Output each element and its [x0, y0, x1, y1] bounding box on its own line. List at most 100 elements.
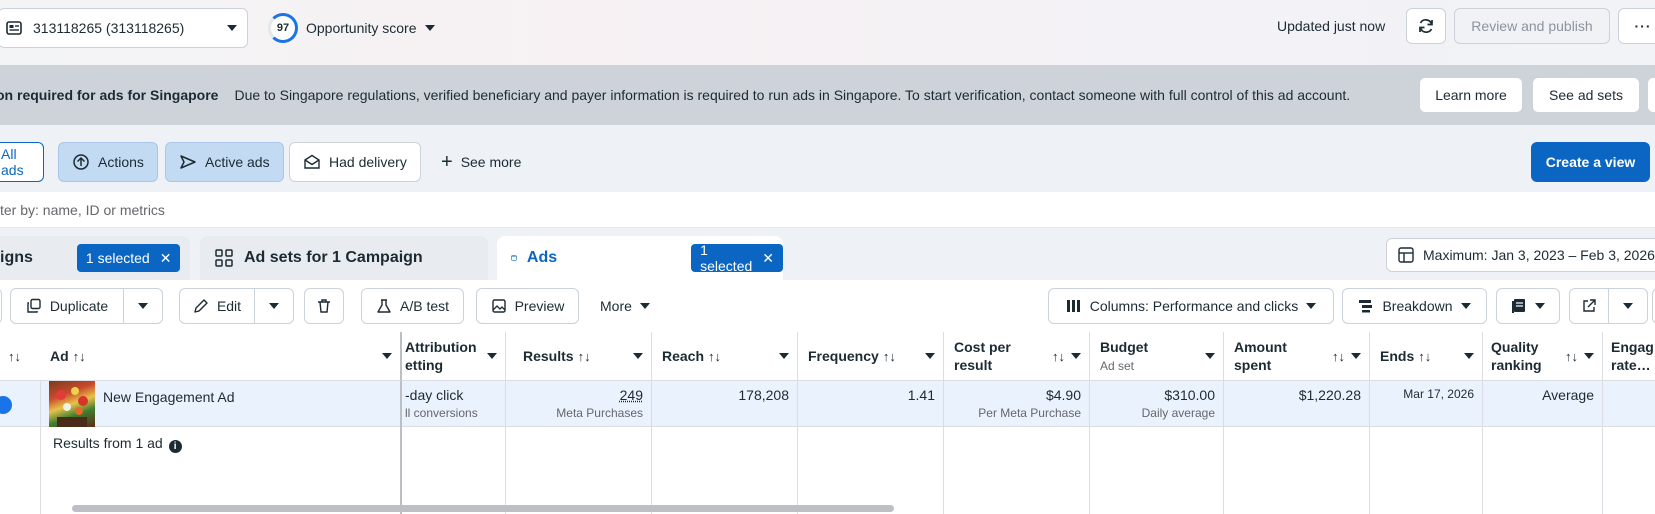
columns-dropdown[interactable]: Columns: Performance and clicks [1048, 288, 1334, 324]
singapore-verification-banner: on required for ads for Singapore Due to… [0, 65, 1655, 125]
column-header-ends[interactable]: Ends ↑↓ [1370, 332, 1483, 381]
column-header-reach[interactable]: Reach ↑↓ [652, 332, 798, 381]
duplicate-label: Duplicate [49, 298, 109, 314]
level-tabs: igns 1 selected ✕ Ad sets for 1 Campaign… [0, 228, 1655, 280]
ad-name-link[interactable]: New Engagement Ad [103, 389, 235, 405]
toggle-on-icon[interactable] [0, 396, 12, 414]
all-ads-chip[interactable]: All ads [0, 142, 44, 182]
tab-ads[interactable]: Ads 1 selected ✕ [497, 236, 783, 280]
actions-chip[interactable]: Actions [58, 142, 158, 182]
column-header-amount-spent[interactable]: Amount spent ↑↓ [1224, 332, 1370, 381]
budget-header-sub: Ad set [1100, 358, 1135, 373]
summary-cell [944, 427, 1090, 514]
reach-header-label: Reach [662, 348, 705, 364]
ab-test-button[interactable]: A/B test [361, 288, 464, 324]
see-more-chip[interactable]: + See more [428, 142, 534, 182]
column-header-results[interactable]: Results ↑↓ [506, 332, 652, 381]
more-options-button[interactable]: ··· [1618, 8, 1655, 44]
column-header-cost-per-result[interactable]: Cost per result ↑↓ [944, 332, 1090, 381]
pencil-icon [194, 299, 208, 313]
refresh-button[interactable] [1406, 8, 1446, 44]
export-button[interactable] [1569, 288, 1609, 324]
tab-campaigns-label: igns [0, 249, 33, 266]
budget-sub: Daily average [1141, 406, 1215, 420]
preview-button[interactable]: Preview [476, 288, 579, 324]
ads-selected-pill[interactable]: 1 selected ✕ [691, 242, 783, 274]
tab-campaigns[interactable]: igns 1 selected ✕ [0, 236, 190, 280]
row-status-cell[interactable] [0, 381, 41, 427]
date-range-picker[interactable]: Maximum: Jan 3, 2023 – Feb 3, 2026 [1386, 238, 1655, 272]
sort-icon[interactable]: ↑↓ [883, 349, 896, 364]
opportunity-score[interactable]: 97 Opportunity score [268, 12, 435, 44]
refresh-icon [1419, 19, 1433, 33]
duplicate-dropdown-button[interactable] [123, 288, 163, 324]
reach-value: 178,208 [738, 387, 789, 403]
sort-icon[interactable]: ↑↓ [578, 349, 591, 364]
info-icon[interactable]: i [168, 440, 182, 453]
row-frequency-cell: 1.41 [798, 381, 944, 427]
column-header-budget[interactable]: Budget Ad set [1090, 332, 1224, 381]
chevron-down-icon [382, 353, 392, 359]
ad-thumbnail[interactable] [49, 381, 95, 427]
edit-dropdown-button[interactable] [254, 288, 294, 324]
tab-adsets-label: Ad sets for 1 Campaign [244, 249, 423, 266]
duplicate-button[interactable]: Duplicate [10, 288, 124, 324]
account-label: 313118265 (313118265) [33, 20, 185, 36]
column-header-frequency[interactable]: Frequency ↑↓ [798, 332, 944, 381]
results-value[interactable]: 249 [620, 387, 643, 403]
had-delivery-label: Had delivery [329, 154, 407, 170]
tab-adsets[interactable]: Ad sets for 1 Campaign [200, 236, 488, 280]
close-icon[interactable]: ✕ [762, 250, 774, 267]
account-selector[interactable]: 313118265 (313118265) [0, 8, 248, 48]
horizontal-scrollbar[interactable] [72, 505, 894, 512]
sort-icon[interactable]: ↑↓ [8, 349, 21, 364]
column-header-status[interactable]: ↑↓ [0, 332, 41, 381]
search-filter-input[interactable]: ter by: name, ID or metrics [0, 192, 1655, 228]
sort-icon[interactable]: ↑↓ [1418, 349, 1431, 364]
chevron-down-icon [633, 353, 643, 359]
create-view-button[interactable]: Create a view [1531, 142, 1650, 182]
column-header-quality-ranking[interactable]: Quality ranking ↑↓ [1483, 332, 1603, 381]
review-publish-button[interactable]: Review and publish [1454, 8, 1610, 44]
ends-value: Mar 17, 2026 [1403, 387, 1474, 401]
column-header-ad[interactable]: Ad ↑↓ [40, 332, 402, 381]
sort-icon[interactable]: ↑↓ [1052, 349, 1065, 364]
had-delivery-chip[interactable]: Had delivery [289, 142, 421, 182]
sort-icon[interactable]: ↑↓ [1332, 349, 1345, 364]
opportunity-label: Opportunity score [306, 20, 417, 36]
plus-icon: + [441, 151, 453, 173]
duplicate-icon [27, 298, 41, 313]
close-icon[interactable]: ✕ [160, 250, 172, 267]
columns-icon [1066, 300, 1080, 312]
delete-button[interactable] [304, 288, 344, 324]
campaigns-selected-pill[interactable]: 1 selected ✕ [76, 244, 181, 272]
chevron-down-icon [1460, 303, 1471, 309]
edit-button[interactable]: Edit [179, 288, 255, 324]
sort-icon[interactable]: ↑↓ [708, 349, 721, 364]
chevron-down-icon [138, 303, 148, 309]
learn-more-button[interactable]: Learn more [1419, 77, 1523, 113]
summary-cell [652, 427, 798, 514]
active-ads-chip[interactable]: Active ads [165, 142, 284, 182]
updated-status: Updated just now [1277, 18, 1386, 34]
column-header-engagement-rate[interactable]: Engag rate… [1603, 332, 1655, 381]
breakdown-icon [1359, 300, 1373, 313]
row-results-cell: 249 Meta Purchases [506, 381, 652, 427]
column-header-attribution[interactable]: Attribution etting [402, 332, 506, 381]
banner-extra-button[interactable] [1647, 77, 1655, 113]
more-dropdown[interactable]: More [600, 288, 650, 324]
toolbar-left-edge-button[interactable] [0, 288, 2, 324]
sort-icon[interactable]: ↑↓ [73, 349, 86, 364]
table-toolbar: Duplicate Edit A/B test Preview More Col… [0, 280, 1655, 332]
see-ad-sets-button[interactable]: See ad sets [1532, 77, 1640, 113]
sort-icon[interactable]: ↑↓ [1565, 349, 1578, 364]
reports-dropdown[interactable] [1496, 288, 1560, 324]
engage-header-line2: rate… [1611, 357, 1651, 373]
chevron-down-icon [639, 303, 650, 309]
row-ad-cell[interactable]: New Engagement Ad [40, 381, 402, 427]
breakdown-dropdown[interactable]: Breakdown [1342, 288, 1487, 324]
chevron-down-icon [1623, 303, 1633, 309]
report-icon [1512, 299, 1525, 313]
row-quality-cell: Average [1483, 381, 1603, 427]
export-dropdown-button[interactable] [1608, 288, 1648, 324]
